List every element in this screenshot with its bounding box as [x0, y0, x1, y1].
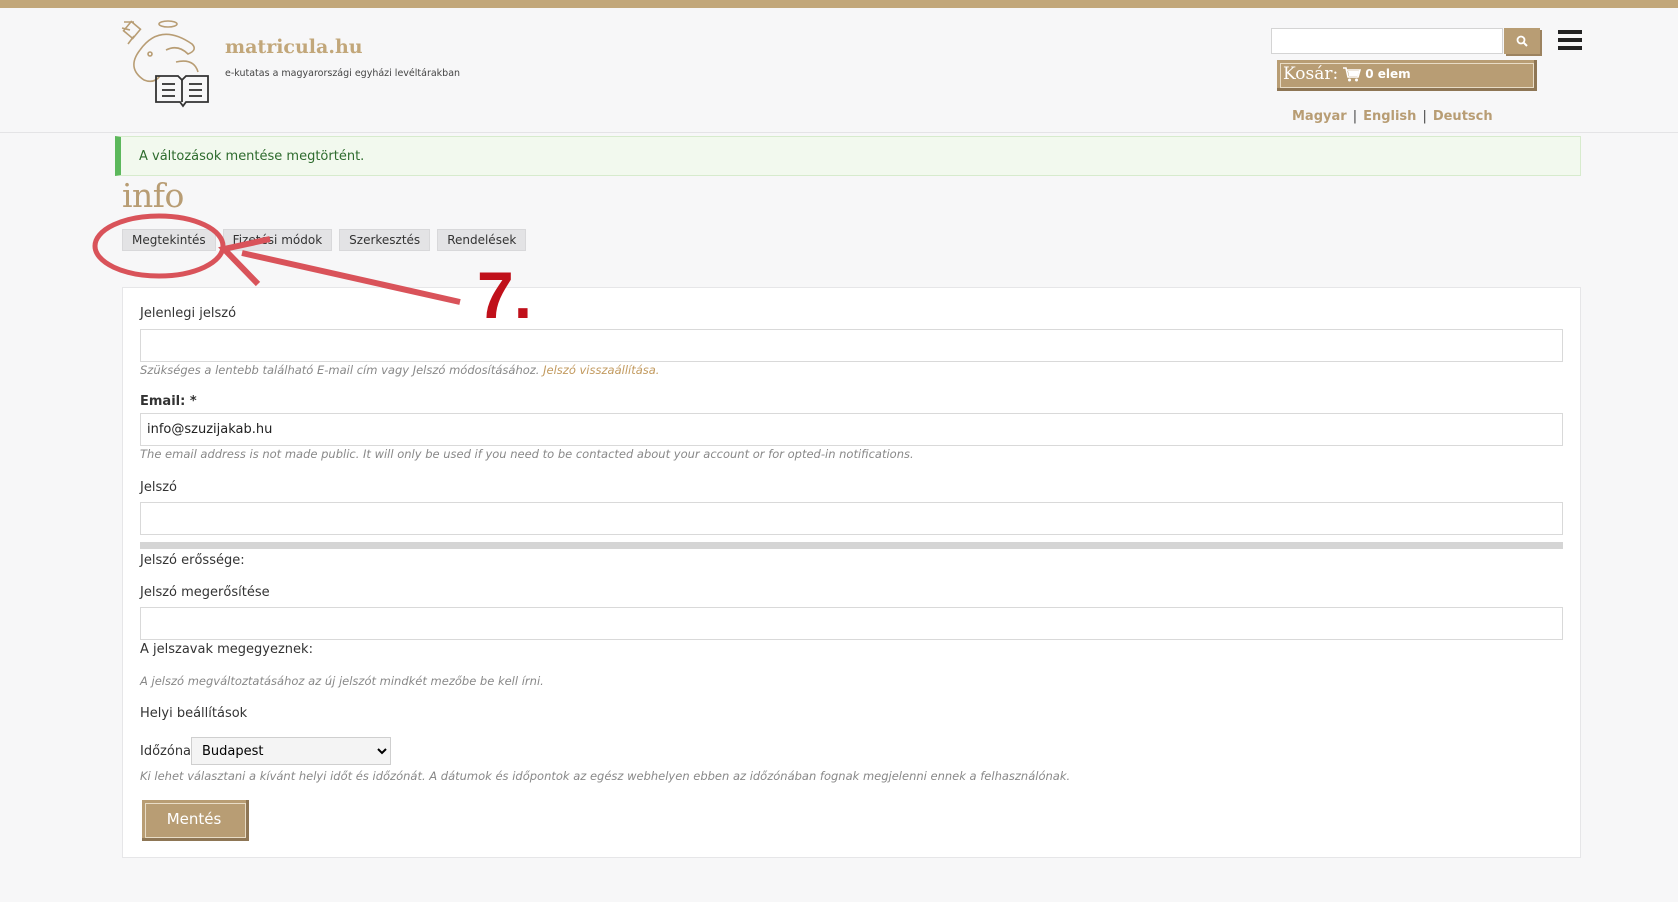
site-name[interactable]: matricula.hu — [225, 36, 363, 58]
timezone-select[interactable]: Budapest — [191, 737, 391, 765]
search-input[interactable] — [1271, 28, 1503, 54]
save-button[interactable]: Mentés — [142, 800, 249, 841]
password-field[interactable] — [140, 502, 1563, 535]
password-confirm-field[interactable] — [140, 607, 1563, 640]
step-number-annotation: 7. — [477, 258, 533, 332]
current-password-help: Szükséges a lentebb található E-mail cím… — [140, 363, 540, 377]
password-match-label: A jelszavak megegyeznek: — [140, 642, 313, 657]
lang-link-magyar[interactable]: Magyar — [1292, 109, 1347, 124]
cart-count: 0 elem — [1365, 67, 1411, 81]
tab-megtekintes[interactable]: Megtekintés — [122, 229, 216, 251]
password-label: Jelszó — [140, 480, 177, 495]
timezone-description: Ki lehet választani a kívánt helyi időt … — [140, 769, 1071, 783]
cart-button[interactable]: Kosár: 0 elem — [1277, 60, 1537, 91]
email-description: The email address is not made public. It… — [140, 447, 914, 461]
site-header: matricula.hu e-kutatas a magyarországi e… — [0, 8, 1678, 133]
lang-separator: | — [1352, 109, 1358, 124]
language-switcher: Magyar | English | Deutsch — [1292, 109, 1493, 124]
site-tagline: e-kutatas a magyarországi egyházi levélt… — [225, 68, 461, 79]
password-reset-link[interactable]: Jelszó visszaállítása. — [543, 363, 659, 377]
tab-szerkesztes[interactable]: Szerkesztés — [339, 229, 431, 251]
lang-separator: | — [1422, 109, 1427, 124]
password-strength-bar — [140, 542, 1563, 549]
local-tasks-tabs: Megtekintés Fizetési módok Szerkesztés R… — [122, 229, 527, 251]
current-password-description: Szükséges a lentebb található E-mail cím… — [140, 363, 659, 377]
current-password-label: Jelenlegi jelszó — [140, 306, 237, 321]
status-message-text: A változások mentése megtörtént. — [139, 148, 365, 164]
book-with-seal-logo[interactable] — [120, 14, 220, 110]
password-strength-label: Jelszó erőssége: — [140, 553, 245, 568]
lang-link-deutsch[interactable]: Deutsch — [1433, 109, 1493, 124]
timezone-label: Időzóna — [140, 744, 192, 759]
tab-rendelesek[interactable]: Rendelések — [437, 229, 527, 251]
locale-section-title: Helyi beállítások — [140, 706, 248, 721]
top-accent-bar — [0, 0, 1678, 8]
status-message: A változások mentése megtörtént. — [115, 136, 1581, 176]
page-title: info — [122, 176, 184, 215]
search-icon — [1516, 35, 1528, 47]
current-password-field[interactable] — [140, 329, 1563, 362]
email-label: Email: * — [140, 394, 197, 409]
tab-fizetesi-modok[interactable]: Fizetési módok — [222, 229, 333, 251]
email-field[interactable] — [140, 413, 1563, 446]
lang-link-english[interactable]: English — [1363, 109, 1416, 124]
search-button[interactable] — [1504, 28, 1540, 54]
password-confirm-label: Jelszó megerősítése — [140, 585, 270, 600]
password-confirm-description: A jelszó megváltoztatásához az új jelszó… — [140, 674, 544, 688]
cart-icon — [1343, 66, 1362, 82]
hamburger-menu-icon[interactable] — [1558, 30, 1582, 52]
cart-label: Kosár: — [1283, 64, 1339, 84]
